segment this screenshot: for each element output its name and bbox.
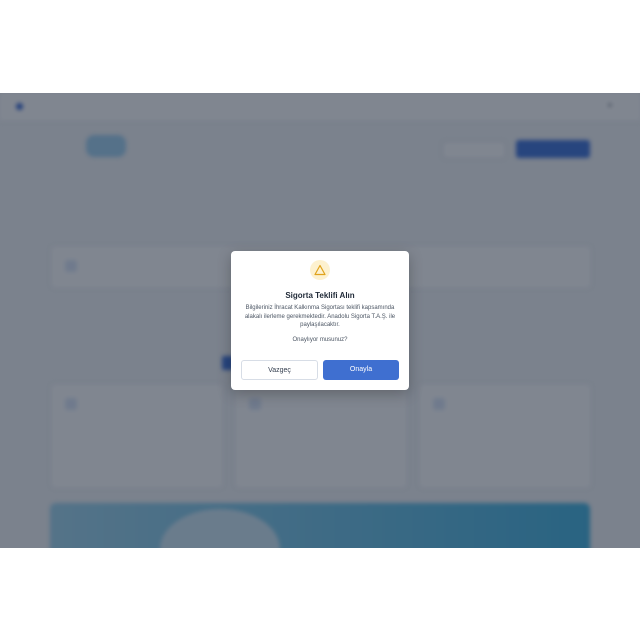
- warning-icon-badge: [310, 260, 330, 280]
- dialog-title: Sigorta Teklifi Alın: [285, 291, 355, 300]
- dialog-message: Bilgileriniz İhracat Kalkınma Sigortası …: [244, 305, 396, 328]
- confirm-button[interactable]: Onayla: [323, 360, 399, 380]
- warning-triangle-icon: [314, 264, 326, 276]
- dialog-question: Onaylıyor musunuz?: [292, 337, 348, 343]
- cancel-button[interactable]: Vazgeç: [241, 360, 318, 380]
- insurance-consent-dialog: Sigorta Teklifi Alın Bilgileriniz İhraca…: [231, 251, 409, 390]
